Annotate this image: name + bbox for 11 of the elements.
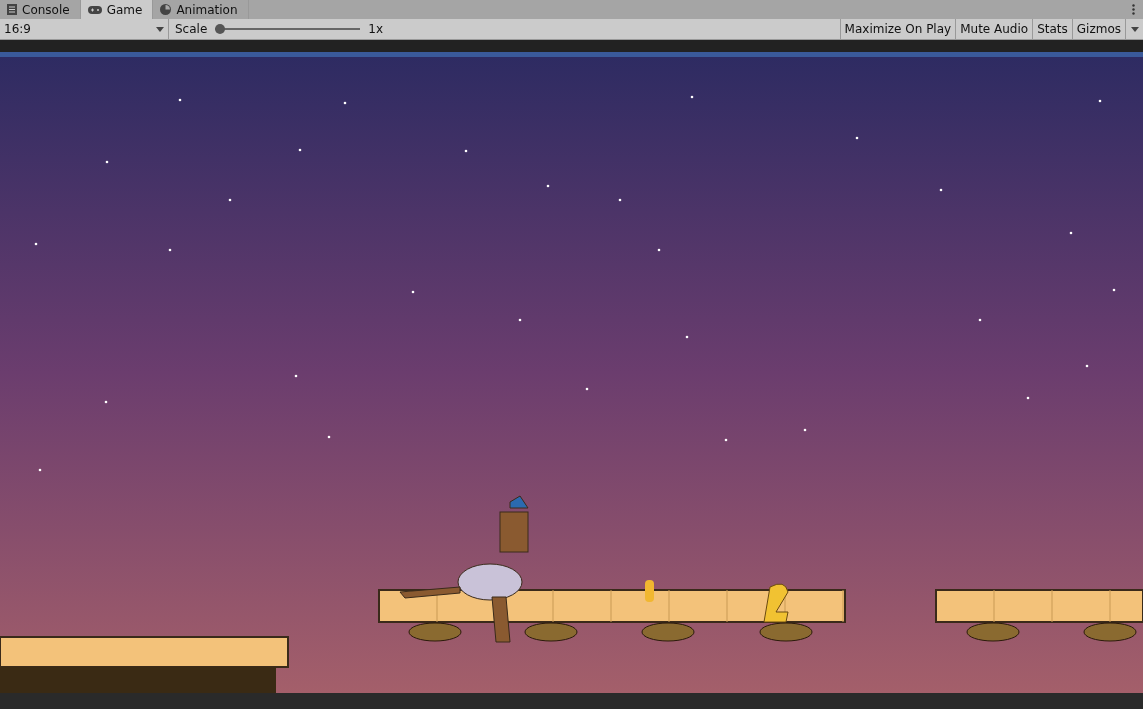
tab[interactable]: Game [80,0,154,19]
gamepad-icon [87,5,102,14]
list-icon [7,4,17,15]
aspect-dropdown[interactable]: 16:9 [0,19,169,39]
caret-icon [1130,26,1139,32]
scale-value: 1x [368,22,384,36]
scale-slider[interactable] [215,24,361,34]
caret-icon [156,26,164,32]
scale-label: Scale [175,22,208,36]
more-options-icon[interactable] [1132,4,1135,15]
clock-icon [160,4,172,15]
